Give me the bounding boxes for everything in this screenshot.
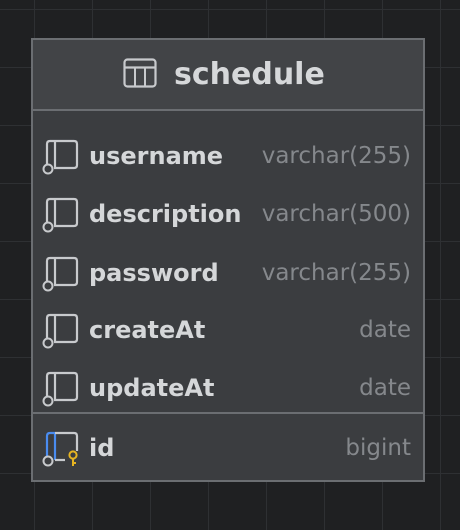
column-row-password[interactable]: password varchar(255): [33, 244, 423, 302]
column-type: varchar(255): [261, 143, 411, 169]
table-grid-icon: [123, 58, 157, 88]
column-name: updateAt: [89, 374, 215, 402]
column-type: date: [359, 317, 411, 343]
column-row-updateAt[interactable]: updateAt date: [33, 359, 423, 417]
table-header: schedule: [33, 40, 423, 111]
column-name: description: [89, 200, 242, 228]
column-icon: [41, 256, 81, 292]
schedule-table-card[interactable]: schedule username varchar(255) descripti…: [31, 38, 425, 482]
column-row-username[interactable]: username varchar(255): [33, 127, 423, 185]
column-name: username: [89, 142, 224, 170]
key-section-divider: [33, 412, 423, 414]
table-name: schedule: [174, 57, 325, 92]
column-name: password: [89, 259, 219, 287]
column-name: createAt: [89, 316, 206, 344]
column-icon: [41, 139, 81, 175]
column-type: varchar(255): [261, 260, 411, 286]
primary-key-column-icon: [41, 431, 81, 467]
column-row-description[interactable]: description varchar(500): [33, 185, 423, 243]
column-icon: [41, 371, 81, 407]
column-type: date: [359, 375, 411, 401]
column-icon: [41, 197, 81, 233]
column-name: id: [89, 434, 115, 462]
column-row-id[interactable]: id bigint: [33, 419, 423, 477]
column-row-createAt[interactable]: createAt date: [33, 301, 423, 359]
column-icon: [41, 313, 81, 349]
column-type: varchar(500): [261, 201, 411, 227]
column-type: bigint: [345, 435, 411, 461]
